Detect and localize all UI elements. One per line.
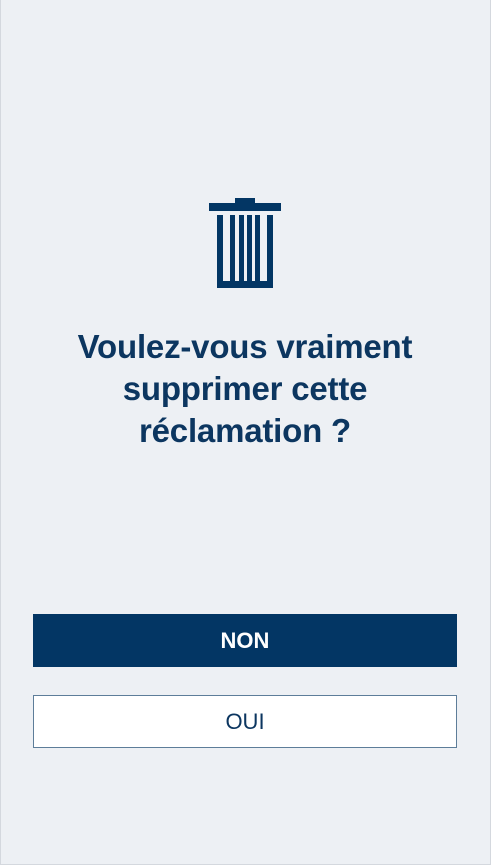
confirmation-message: Voulez-vous vraiment supprimer cette réc… — [77, 328, 413, 449]
no-button[interactable]: NON — [33, 614, 457, 667]
yes-button[interactable]: OUI — [33, 695, 457, 748]
delete-confirmation-screen: Voulez-vous vraiment supprimer cette réc… — [0, 0, 491, 865]
trash-icon — [209, 198, 281, 288]
